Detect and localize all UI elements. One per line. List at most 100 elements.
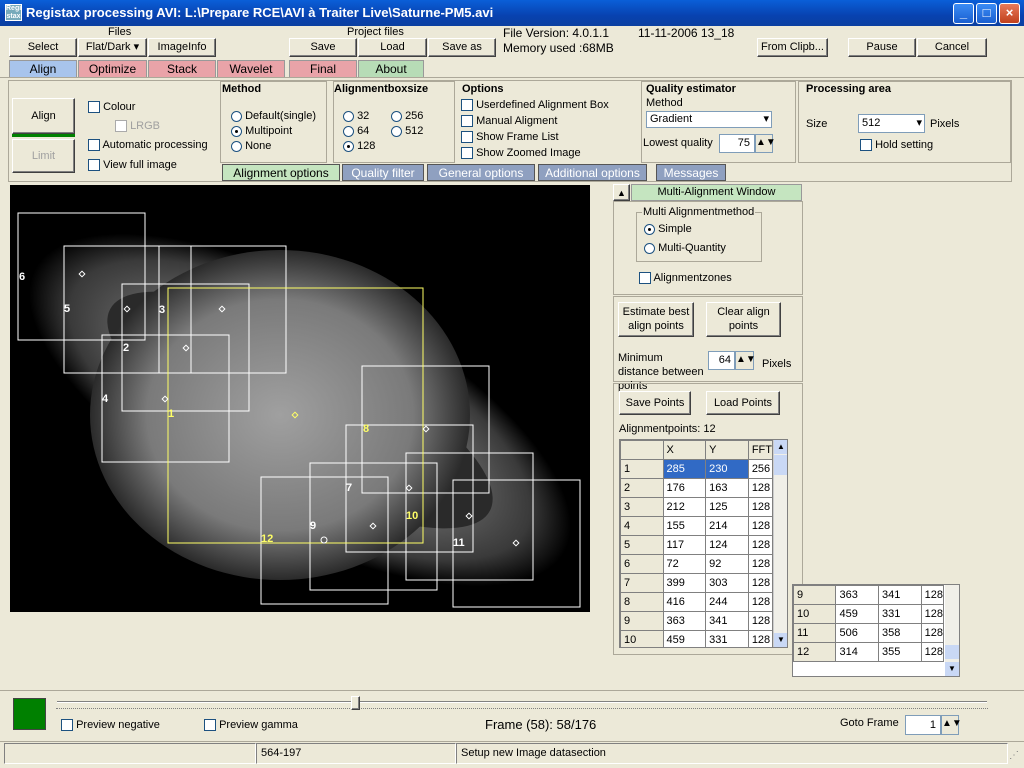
table-row[interactable]: 10 459 331 128 bbox=[793, 604, 945, 624]
preview-negative-option[interactable]: Preview negative bbox=[61, 719, 160, 732]
chevron-down-icon[interactable]: ▾ bbox=[763, 112, 769, 126]
cell-x[interactable]: 117 bbox=[662, 535, 707, 555]
boxsize-64-radio[interactable] bbox=[343, 125, 354, 137]
tab-stack[interactable]: Stack bbox=[148, 60, 216, 77]
boxsize-512-radio[interactable] bbox=[391, 125, 402, 137]
extra-points-table[interactable]: 9 363 341 128 10 459 331 128 11 506 358 128 12 314… bbox=[792, 584, 960, 677]
simple-option[interactable]: Simple bbox=[644, 223, 692, 235]
points-table-scrollbar[interactable]: ▲ ▼ bbox=[773, 440, 787, 647]
imageinfo-button[interactable]: ImageInfo bbox=[148, 38, 216, 57]
frame-slider-thumb[interactable] bbox=[350, 696, 360, 710]
image-viewer[interactable]: 6 5 3 2 4 1 8 7 10 9 12 11 bbox=[10, 185, 590, 612]
cell-x[interactable]: 176 bbox=[662, 478, 707, 498]
cell-fft[interactable]: 128 bbox=[747, 630, 774, 647]
cell-fft[interactable]: 128 bbox=[747, 497, 774, 517]
tab-wavelet[interactable]: Wavelet bbox=[217, 60, 285, 77]
preview-negative-checkbox[interactable] bbox=[61, 719, 73, 732]
scroll-up-icon[interactable]: ▲ bbox=[774, 440, 787, 454]
table-row[interactable]: 8 416 244 128 bbox=[620, 592, 774, 612]
cell-fft[interactable]: 128 bbox=[747, 611, 774, 631]
boxsize-256-option[interactable]: 256 bbox=[391, 110, 423, 122]
load-points-button[interactable]: Load Points bbox=[706, 391, 780, 415]
cell-x[interactable]: 459 bbox=[835, 604, 880, 624]
userdefined-alignment-box-option[interactable]: Userdefined Alignment Box bbox=[461, 99, 609, 112]
frame-slider-track[interactable] bbox=[57, 701, 987, 703]
cell-y[interactable]: 355 bbox=[878, 642, 922, 662]
cell-fft[interactable]: 128 bbox=[747, 535, 774, 555]
show-zoomed-image-option[interactable]: Show Zoomed Image bbox=[461, 147, 581, 160]
cell-x[interactable]: 155 bbox=[662, 516, 707, 536]
quality-method-select[interactable]: Gradient ▾ bbox=[646, 111, 772, 128]
min-distance-spinner[interactable]: ▲▼ bbox=[735, 351, 756, 370]
table-row[interactable]: 4 155 214 128 bbox=[620, 516, 774, 536]
boxsize-64-option[interactable]: 64 bbox=[343, 125, 369, 137]
multi-quantity-radio[interactable] bbox=[644, 242, 655, 254]
cell-x[interactable]: 399 bbox=[662, 573, 707, 593]
method-none-option[interactable]: None bbox=[231, 140, 271, 152]
tab-align[interactable]: Align bbox=[9, 60, 77, 77]
automatic-processing-option[interactable]: Automatic processing bbox=[88, 139, 208, 152]
cell-y[interactable]: 92 bbox=[705, 554, 749, 574]
save-points-button[interactable]: Save Points bbox=[619, 391, 691, 415]
cell-y[interactable]: 214 bbox=[705, 516, 749, 536]
method-default-radio[interactable] bbox=[231, 110, 242, 122]
cell-y[interactable]: 244 bbox=[705, 592, 749, 612]
table-row[interactable]: 12 314 355 128 bbox=[793, 642, 945, 662]
subtab-additional-options[interactable]: Additional options bbox=[538, 164, 647, 181]
lrgb-checkbox[interactable] bbox=[115, 120, 127, 133]
size-select[interactable]: 512 ▾ bbox=[858, 114, 925, 133]
show-zoomed-image-checkbox[interactable] bbox=[461, 147, 473, 160]
cell-x[interactable]: 506 bbox=[835, 623, 880, 643]
lowest-quality-input[interactable]: 75 bbox=[719, 134, 755, 153]
cell-fft[interactable]: 256 bbox=[747, 459, 774, 479]
subtab-quality-filter[interactable]: Quality filter bbox=[342, 164, 424, 181]
clear-align-points-button[interactable]: Clear align points bbox=[706, 302, 781, 337]
boxsize-128-option[interactable]: 128 bbox=[343, 140, 375, 152]
limit-button[interactable]: Limit bbox=[12, 139, 75, 173]
from-clipboard-button[interactable]: From Clipb... bbox=[757, 38, 828, 57]
cell-x[interactable]: 363 bbox=[835, 585, 880, 605]
goto-frame-spinner[interactable]: ▲▼ bbox=[941, 715, 962, 735]
cell-fft[interactable]: 128 bbox=[920, 585, 945, 605]
table-row[interactable]: 9 363 341 128 bbox=[620, 611, 774, 631]
cell-x[interactable]: 459 bbox=[662, 630, 707, 647]
align-button[interactable]: Align bbox=[12, 98, 75, 134]
simple-radio[interactable] bbox=[644, 223, 655, 235]
cell-fft[interactable]: 128 bbox=[920, 604, 945, 624]
method-multipoint-radio[interactable] bbox=[231, 125, 242, 137]
collapse-arrow-icon[interactable]: ▲ bbox=[613, 184, 630, 201]
preview-gamma-option[interactable]: Preview gamma bbox=[204, 719, 298, 732]
scroll-down-icon[interactable]: ▼ bbox=[774, 633, 787, 647]
preview-gamma-checkbox[interactable] bbox=[204, 719, 216, 732]
cell-y[interactable]: 303 bbox=[705, 573, 749, 593]
boxsize-128-radio[interactable] bbox=[343, 140, 354, 152]
multi-quantity-option[interactable]: Multi-Quantity bbox=[644, 242, 726, 254]
table-row[interactable]: 7 399 303 128 bbox=[620, 573, 774, 593]
cell-x[interactable]: 416 bbox=[662, 592, 707, 612]
method-default-option[interactable]: Default(single) bbox=[231, 110, 316, 122]
cell-x[interactable]: 314 bbox=[835, 642, 880, 662]
points-table[interactable]: X Y FFT 1 285 230 256 2 176 163 128 3 212 125 128… bbox=[619, 439, 788, 648]
cell-x[interactable]: 285 bbox=[662, 459, 707, 479]
maximize-button[interactable]: □ bbox=[976, 3, 997, 24]
cancel-button[interactable]: Cancel bbox=[917, 38, 987, 57]
cell-y[interactable]: 230 bbox=[705, 459, 749, 479]
subtab-messages[interactable]: Messages bbox=[656, 164, 726, 181]
estimate-best-button[interactable]: Estimate best align points bbox=[618, 302, 694, 337]
cell-y[interactable]: 341 bbox=[878, 585, 922, 605]
hold-setting-option[interactable]: Hold setting bbox=[860, 139, 933, 152]
table-row[interactable]: 1 285 230 256 bbox=[620, 459, 774, 479]
alignmentzones-checkbox[interactable] bbox=[639, 272, 651, 285]
manual-aligment-option[interactable]: Manual Aligment bbox=[461, 115, 557, 128]
goto-frame-input[interactable]: 1 bbox=[905, 715, 941, 735]
cell-fft[interactable]: 128 bbox=[920, 623, 945, 643]
boxsize-32-option[interactable]: 32 bbox=[343, 110, 369, 122]
table-row[interactable]: 2 176 163 128 bbox=[620, 478, 774, 498]
table-row[interactable]: 10 459 331 128 bbox=[620, 630, 774, 647]
subtab-alignment-options[interactable]: Alignment options bbox=[222, 164, 340, 181]
cell-fft[interactable]: 128 bbox=[747, 478, 774, 498]
lowest-quality-spinner[interactable]: ▲▼ bbox=[755, 134, 776, 153]
tab-about[interactable]: About bbox=[358, 60, 424, 77]
save-as-button[interactable]: Save as bbox=[428, 38, 496, 57]
cell-y[interactable]: 358 bbox=[878, 623, 922, 643]
